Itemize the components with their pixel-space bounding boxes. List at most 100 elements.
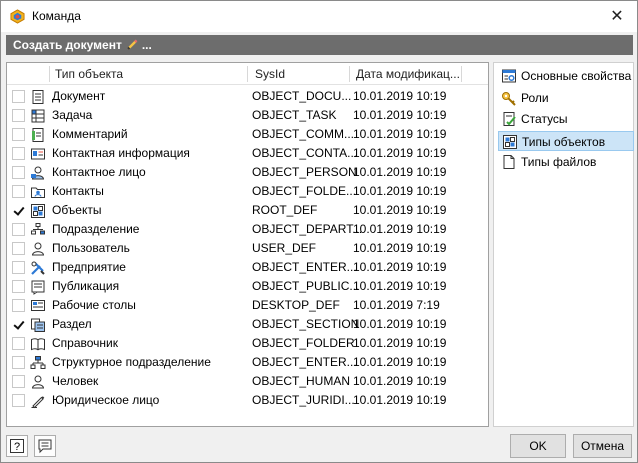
row-checkbox[interactable] [12,280,25,293]
row-checkbox[interactable] [12,318,25,331]
cell-date: 10.01.2019 10:19 [353,279,447,293]
cell-type: Юридическое лицо [52,393,160,407]
cell-sysid: OBJECT_FOLDE... [252,184,357,198]
cell-type: Рабочие столы [52,298,136,312]
cell-date: 10.01.2019 10:19 [353,89,447,103]
table-row[interactable]: Структурное подразделение OBJECT_ENTER...… [7,353,488,372]
column-header-type[interactable]: Тип объекта [51,63,247,85]
grid-header: Тип объекта SysId Дата модификац... [7,63,488,85]
cell-sysid: OBJECT_ENTER... [252,355,357,369]
pencil-icon [126,39,138,50]
column-header-sysid[interactable]: SysId [251,63,349,85]
table-row[interactable]: Комментарий OBJECT_COMM... 10.01.2019 10:1… [7,125,488,144]
row-checkbox[interactable] [12,185,25,198]
cell-type: Человек [52,374,99,388]
row-checkbox[interactable] [12,261,25,274]
cell-sysid: DESKTOP_DEF [252,298,340,312]
table-row[interactable]: Предприятие OBJECT_ENTER... 10.01.2019 10:… [7,258,488,277]
roles-icon [501,90,517,106]
human-icon [30,374,46,390]
table-row[interactable]: Объекты ROOT_DEF 10.01.2019 10:19 [7,201,488,220]
row-checkbox[interactable] [12,147,25,160]
row-checkbox[interactable] [12,299,25,312]
toolbar-ellipsis: ... [141,38,152,52]
comment-icon [38,439,52,454]
row-checkbox[interactable] [12,90,25,103]
help-icon: ? [10,439,24,453]
table-row[interactable]: Человек OBJECT_HUMAN 10.01.2019 10:19 [7,372,488,391]
publication-icon [30,279,46,295]
cell-date: 10.01.2019 10:19 [353,203,447,217]
cell-date: 10.01.2019 10:19 [353,374,447,388]
create-document-button[interactable]: Создать документ ... [13,38,152,52]
comment-button[interactable] [34,435,56,457]
side-nav-label: Типы файлов [521,155,597,169]
side-nav-item[interactable]: Роли [498,88,634,108]
row-checkbox[interactable] [12,166,25,179]
side-nav-item[interactable]: Основные свойства [498,66,634,86]
book-icon [30,336,46,352]
cell-type: Структурное подразделение [52,355,211,369]
cell-type: Подразделение [52,222,140,236]
file-types-icon [501,154,517,170]
document-icon [30,89,46,105]
side-nav-item[interactable]: Типы файлов [498,152,634,172]
cell-type: Контактное лицо [52,165,146,179]
close-button[interactable]: ✕ [597,1,637,31]
cell-date: 10.01.2019 10:19 [353,108,447,122]
cell-sysid: OBJECT_COMM... [252,127,355,141]
cancel-button[interactable]: Отмена [573,434,632,458]
window-title: Команда [32,9,81,23]
table-row[interactable]: Задача OBJECT_TASK 10.01.2019 10:19 [7,106,488,125]
user-icon [30,241,46,257]
table-row[interactable]: Раздел OBJECT_SECTION 10.01.2019 10:19 [7,315,488,334]
cell-date: 10.01.2019 10:19 [353,336,447,350]
table-row[interactable]: Пользователь USER_DEF 10.01.2019 10:19 [7,239,488,258]
row-checkbox[interactable] [12,394,25,407]
cell-type: Задача [52,108,93,122]
column-header-date[interactable]: Дата модификац... [352,63,460,85]
table-row[interactable]: Подразделение OBJECT_DEPART... 10.01.2019 … [7,220,488,239]
row-checkbox[interactable] [12,242,25,255]
section-icon [30,317,46,333]
header-select-column[interactable] [7,63,51,85]
table-row[interactable]: Контакты OBJECT_FOLDE... 10.01.2019 10:19 [7,182,488,201]
row-checkbox[interactable] [12,356,25,369]
cell-type: Объекты [52,203,102,217]
row-checkbox[interactable] [12,109,25,122]
row-checkbox[interactable] [12,337,25,350]
objects-icon [30,203,46,219]
cell-sysid: OBJECT_SECTION [252,317,360,331]
table-row[interactable]: Контактная информация OBJECT_CONTA... 10.0… [7,144,488,163]
table-row[interactable]: Контактное лицо OBJECT_PERSON 10.01.2019 1… [7,163,488,182]
row-checkbox[interactable] [12,375,25,388]
side-navigation: Основные свойства Роли Статусы Типы объекто… [493,62,634,427]
cell-sysid: ROOT_DEF [252,203,318,217]
side-nav-item[interactable]: Статусы [498,109,634,129]
cell-type: Справочник [52,336,118,350]
cell-sysid: OBJECT_JURIDI... [252,393,355,407]
table-row[interactable]: Рабочие столы DESKTOP_DEF 10.01.2019 7:19 [7,296,488,315]
cell-date: 10.01.2019 10:19 [353,260,447,274]
cell-date: 10.01.2019 10:19 [353,317,447,331]
table-row[interactable]: Справочник OBJECT_FOLDER 10.01.2019 10:19 [7,334,488,353]
row-checkbox[interactable] [12,204,25,217]
cell-date: 10.01.2019 10:19 [353,146,447,160]
cell-sysid: OBJECT_CONTA... [252,146,358,160]
properties-icon [501,68,517,84]
contact-card-icon [30,146,46,162]
row-checkbox[interactable] [12,223,25,236]
pen-icon [30,393,46,409]
svg-text:?: ? [14,441,20,453]
side-nav-item[interactable]: Типы объектов [498,130,634,151]
cell-sysid: OBJECT_TASK [252,108,337,122]
row-checkbox[interactable] [12,128,25,141]
object-types-grid: Тип объекта SysId Дата модификац... Доку… [6,62,489,427]
cell-sysid: OBJECT_DEPART... [252,222,363,236]
help-button[interactable]: ? [6,435,28,457]
table-row[interactable]: Публикация OBJECT_PUBLIC... 10.01.2019 10:… [7,277,488,296]
table-row[interactable]: Юридическое лицо OBJECT_JURIDI... 10.01.20… [7,391,488,410]
ok-button[interactable]: OK [510,434,566,458]
table-row[interactable]: Документ OBJECT_DOCU... 10.01.2019 10:19 [7,87,488,106]
cell-sysid: OBJECT_PUBLIC... [252,279,360,293]
